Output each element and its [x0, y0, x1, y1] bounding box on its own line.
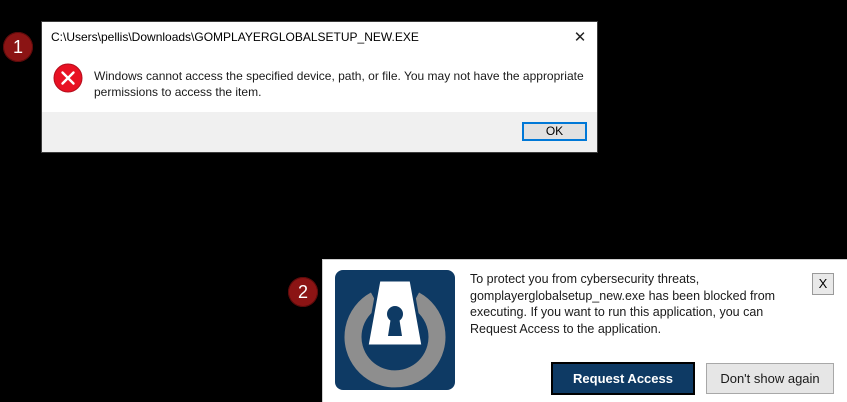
step-badge-2: 2: [288, 277, 318, 307]
step-badge-1: 1: [3, 32, 33, 62]
keyhole-lock-icon: [335, 270, 455, 390]
dont-show-again-button[interactable]: Don't show again: [706, 363, 834, 394]
dialog-title: C:\Users\pellis\Downloads\GOMPLAYERGLOBA…: [51, 30, 419, 44]
desktop-background: 1 C:\Users\pellis\Downloads\GOMPLAYERGLO…: [0, 0, 847, 402]
ok-button[interactable]: OK: [522, 122, 587, 141]
error-dialog: C:\Users\pellis\Downloads\GOMPLAYERGLOBA…: [41, 21, 598, 153]
dialog-footer: OK: [42, 112, 597, 152]
close-button[interactable]: X: [812, 273, 834, 295]
request-access-button[interactable]: Request Access: [551, 362, 695, 395]
close-button[interactable]: ✕: [567, 25, 593, 49]
security-message: To protect you from cybersecurity threat…: [470, 272, 776, 336]
error-message: Windows cannot access the specified devi…: [94, 69, 584, 99]
security-notification: To protect you from cybersecurity threat…: [322, 259, 847, 402]
error-icon: [53, 63, 83, 93]
